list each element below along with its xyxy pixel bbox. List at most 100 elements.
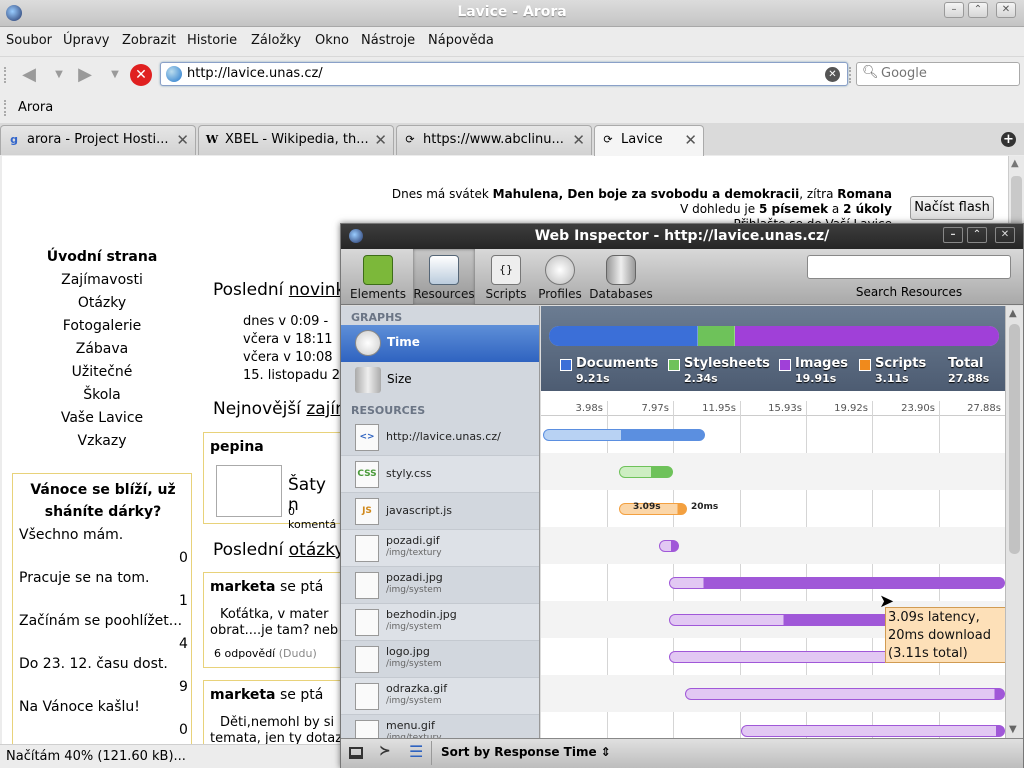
timing-bar[interactable]	[659, 540, 679, 552]
inspector-search-input[interactable]	[807, 255, 1011, 279]
nav-uvodni[interactable]: Úvodní strana	[2, 249, 202, 265]
url-input[interactable]	[187, 66, 807, 81]
new-tab-button[interactable]: +	[1001, 132, 1016, 147]
timeline-row[interactable]	[541, 675, 1005, 712]
resource-item[interactable]: <> http://lavice.unas.cz/	[341, 419, 539, 456]
forward-button[interactable]: ▶	[74, 64, 96, 86]
news-item[interactable]: 15. listopadu 2	[243, 367, 340, 385]
question-text[interactable]: Koťátka, v mater obrat....je tam? neb	[210, 607, 344, 639]
poll-option[interactable]: Pracuje se na tom.	[19, 570, 149, 586]
address-bar[interactable]: ✕	[160, 62, 848, 86]
inspector-maximize-button[interactable]: ⌃	[967, 227, 987, 243]
back-history-dropdown[interactable]: ▼	[48, 64, 70, 86]
nav-zajimavosti[interactable]: Zajímavosti	[2, 272, 202, 288]
menu-nastroje[interactable]: Nástroje	[361, 33, 415, 48]
questions-link[interactable]: otázky	[289, 540, 345, 560]
timeline-row[interactable]	[541, 453, 1005, 490]
poll-option[interactable]: Do 23. 12. času dost.	[19, 656, 168, 672]
poll-option[interactable]: Všechno mám.	[19, 527, 123, 543]
search-input[interactable]	[881, 66, 1011, 81]
sort-select[interactable]: Sort by Response Time ⇕	[441, 745, 611, 759]
resource-item[interactable]: logo.jpg/img/system	[341, 641, 539, 678]
graph-size[interactable]: Size	[341, 362, 539, 399]
close-tab-icon[interactable]: ✕	[572, 131, 585, 149]
nav-skola[interactable]: Škola	[2, 387, 202, 403]
close-tab-icon[interactable]: ✕	[684, 131, 697, 149]
timeline-row[interactable]	[541, 416, 1005, 453]
resource-item[interactable]: bezhodin.jpg/img/system	[341, 604, 539, 641]
resource-item[interactable]: pozadi.jpg/img/system	[341, 567, 539, 604]
resource-item[interactable]: menu.gif/img/textury	[341, 715, 539, 738]
timing-bar[interactable]	[543, 429, 705, 441]
menu-soubor[interactable]: Soubor	[6, 33, 52, 48]
card-thumbnail[interactable]	[216, 465, 282, 517]
timing-bar[interactable]	[669, 577, 1005, 589]
timeline-row[interactable]	[541, 564, 1005, 601]
clear-url-icon[interactable]: ✕	[825, 67, 840, 82]
nav-uzitecne[interactable]: Užitečné	[2, 364, 202, 380]
timeline-row[interactable]	[541, 712, 1005, 738]
news-item[interactable]: dnes v 0:09 -	[243, 313, 340, 331]
scroll-up-icon[interactable]: ▲	[1011, 158, 1019, 169]
maximize-button[interactable]: ⌃	[968, 2, 988, 18]
tool-elements[interactable]: Elements	[347, 249, 409, 305]
news-item[interactable]: včera v 18:11	[243, 331, 340, 349]
list-view-icon[interactable]: ☰	[409, 742, 423, 761]
timing-bar[interactable]	[741, 725, 1005, 737]
question-author[interactable]: marketa	[210, 687, 276, 703]
console-icon[interactable]: ≻	[379, 743, 391, 759]
graph-time[interactable]: Time	[341, 325, 539, 362]
timeline-row[interactable]	[541, 527, 1005, 564]
tab-arora[interactable]: g arora - Project Hosti... ✕	[0, 125, 196, 155]
back-button[interactable]: ◀	[18, 64, 40, 86]
scroll-thumb[interactable]	[1009, 324, 1020, 554]
inspector-minimize-button[interactable]: –	[943, 227, 963, 243]
inspector-close-button[interactable]: ✕	[995, 227, 1015, 243]
tab-abclinuxu[interactable]: ⟳ https://www.abclinu... ✕	[396, 125, 592, 155]
resource-item[interactable]: odrazka.gif/img/system	[341, 678, 539, 715]
tab-xbel[interactable]: W XBEL - Wikipedia, th... ✕	[198, 125, 394, 155]
resource-item[interactable]: pozadi.gif/img/textury	[341, 530, 539, 567]
tab-lavice[interactable]: ⟳ Lavice ✕	[594, 125, 704, 156]
minimize-button[interactable]: –	[944, 2, 964, 18]
tool-scripts[interactable]: {} Scripts	[477, 249, 535, 305]
card-author[interactable]: pepina	[210, 439, 264, 455]
menu-historie[interactable]: Historie	[187, 33, 237, 48]
forward-history-dropdown[interactable]: ▼	[104, 64, 126, 86]
menu-zobrazit[interactable]: Zobrazit	[122, 33, 176, 48]
scroll-down-icon[interactable]: ▼	[1009, 724, 1017, 735]
menu-zalozky[interactable]: Záložky	[251, 33, 301, 48]
stop-button[interactable]: ✕	[130, 64, 152, 86]
card-comments[interactable]: 0 komentá	[288, 505, 342, 531]
menu-okno[interactable]: Okno	[315, 33, 349, 48]
news-item[interactable]: včera v 10:08	[243, 349, 340, 367]
close-window-button[interactable]: ✕	[996, 2, 1016, 18]
answer-count[interactable]: 6 odpovědí	[214, 647, 275, 660]
tool-profiles[interactable]: Profiles	[529, 249, 591, 305]
poll-option[interactable]: Začínám se poohlížet...	[19, 613, 182, 629]
nav-zabava[interactable]: Zábava	[2, 341, 202, 357]
resource-item[interactable]: CSS styly.css	[341, 456, 539, 493]
poll-option[interactable]: Na Vánoce kašlu!	[19, 699, 140, 715]
scroll-up-icon[interactable]: ▲	[1009, 308, 1017, 319]
tool-resources[interactable]: Resources	[413, 249, 475, 305]
close-tab-icon[interactable]: ✕	[176, 131, 189, 149]
resource-item[interactable]: JS javascript.js	[341, 493, 539, 530]
tool-databases[interactable]: Databases	[589, 249, 653, 305]
close-tab-icon[interactable]: ✕	[374, 131, 387, 149]
search-box[interactable]: 🔍︎	[856, 62, 1020, 86]
news-link[interactable]: novink	[289, 280, 346, 300]
timing-bar[interactable]	[619, 466, 673, 478]
question-text[interactable]: Děti,nemohl by si temata, jen ty dotaz	[210, 715, 344, 744]
nav-fotogalerie[interactable]: Fotogalerie	[2, 318, 202, 334]
nav-vzkazy[interactable]: Vzkazy	[2, 433, 202, 449]
nav-otazky[interactable]: Otázky	[2, 295, 202, 311]
dock-icon[interactable]	[349, 747, 363, 759]
nav-vase-lavice[interactable]: Vaše Lavice	[2, 410, 202, 426]
menu-upravy[interactable]: Úpravy	[63, 33, 109, 48]
timeline-row[interactable]: 3.09s 20ms	[541, 490, 1005, 527]
question-author[interactable]: marketa	[210, 579, 276, 595]
timeline-scrollbar[interactable]: ▲ ▼	[1005, 306, 1023, 738]
bookmark-arora[interactable]: Arora	[18, 100, 53, 115]
timing-bar[interactable]	[685, 688, 1005, 700]
